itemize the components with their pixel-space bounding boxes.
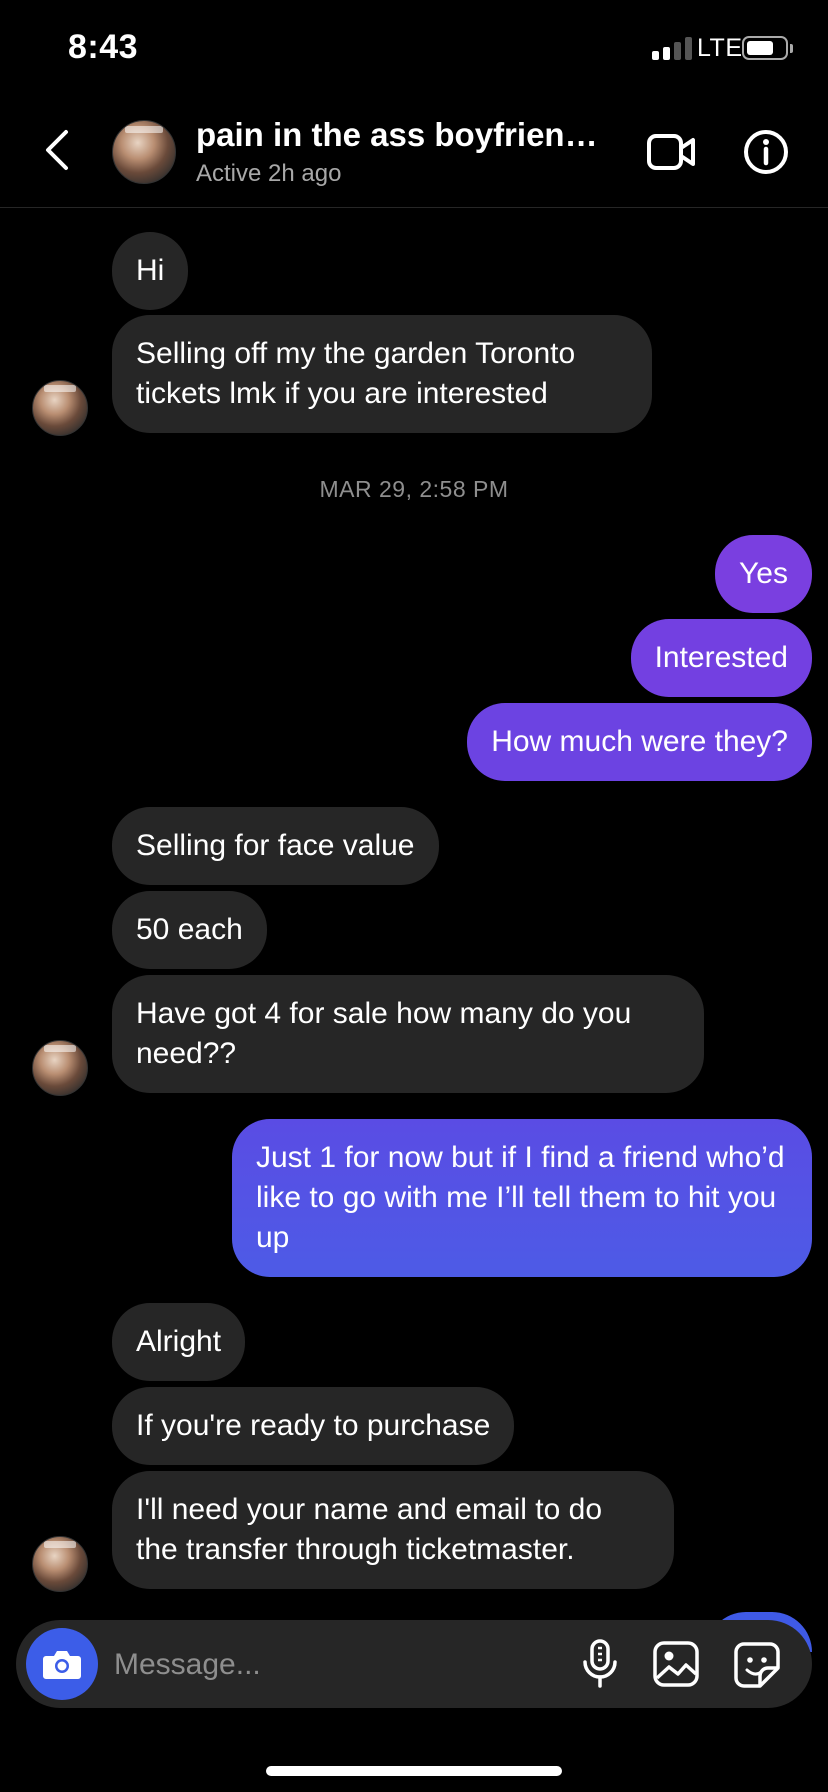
profile-avatar-icon[interactable] xyxy=(112,120,176,184)
sender-avatar-icon[interactable] xyxy=(32,1040,88,1096)
microphone-button[interactable] xyxy=(578,1638,622,1690)
sender-avatar-icon[interactable] xyxy=(32,1536,88,1592)
network-type: LTE xyxy=(697,34,743,62)
camera-button[interactable] xyxy=(26,1628,98,1700)
message-bubble-incoming[interactable]: Selling off my the garden Toronto ticket… xyxy=(112,315,652,433)
status-time: 8:43 xyxy=(68,28,139,66)
home-indicator xyxy=(266,1766,562,1776)
message-bubble-incoming[interactable]: 50 each xyxy=(112,891,267,969)
message-bubble-outgoing[interactable]: How much were they? xyxy=(467,703,812,781)
conversation-timestamp: MAR 29, 2:58 PM xyxy=(319,476,509,502)
back-button[interactable] xyxy=(38,126,78,174)
camera-icon xyxy=(43,1651,81,1679)
microphone-icon xyxy=(583,1639,617,1688)
chat-title[interactable]: pain in the ass boyfriend… xyxy=(196,116,616,154)
info-button[interactable] xyxy=(742,128,790,176)
video-camera-icon xyxy=(647,134,695,170)
sender-avatar-icon[interactable] xyxy=(32,380,88,436)
active-status: Active 2h ago xyxy=(196,160,342,187)
video-call-button[interactable] xyxy=(646,130,696,174)
message-bubble-incoming[interactable]: Alright xyxy=(112,1303,246,1381)
info-icon xyxy=(744,130,788,174)
signal-strength-icon xyxy=(652,36,692,60)
message-bubble-incoming[interactable]: I'll need your name and email to do the … xyxy=(112,1471,674,1589)
message-bubble-outgoing[interactable]: Yes xyxy=(715,535,812,613)
image-gallery-icon xyxy=(653,1641,699,1687)
message-bubble-outgoing[interactable]: Interested xyxy=(630,619,812,697)
message-bubble-incoming[interactable]: Have got 4 for sale how many do you need… xyxy=(112,975,704,1093)
message-bubble-incoming[interactable]: If you're ready to purchase xyxy=(112,1387,515,1465)
battery-icon xyxy=(742,36,788,60)
gallery-button[interactable] xyxy=(652,1640,700,1688)
message-input[interactable] xyxy=(112,1640,556,1690)
battery-nub xyxy=(790,44,793,53)
sticker-icon xyxy=(734,1642,780,1688)
message-bubble-incoming[interactable]: Selling for face value xyxy=(112,807,439,885)
chevron-left-icon xyxy=(46,130,68,170)
message-bubble-incoming[interactable]: Hi xyxy=(112,232,189,310)
sticker-button[interactable] xyxy=(732,1640,782,1690)
message-bubble-outgoing[interactable]: Just 1 for now but if I find a friend wh… xyxy=(232,1119,812,1277)
